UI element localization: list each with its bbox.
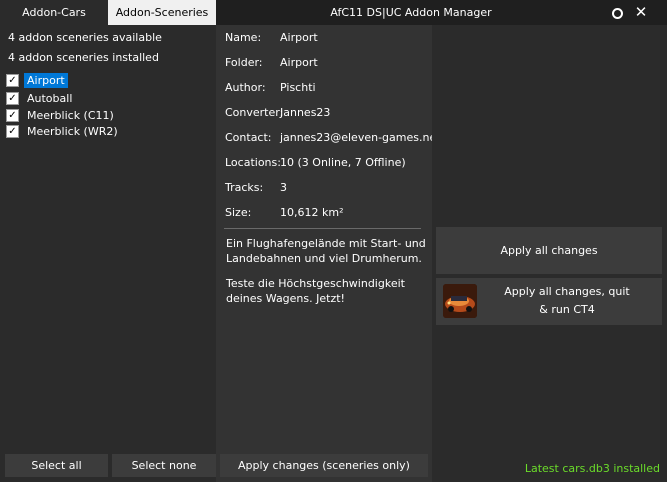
circle-icon[interactable] [612,8,623,19]
divider [224,228,421,229]
select-all-button[interactable]: Select all [5,454,108,477]
game-icon [443,284,477,318]
tab-addon-sceneries[interactable]: Addon-Sceneries [108,0,216,25]
contact-value: jannes23@eleven-games.net [280,131,441,144]
list-item[interactable]: ✓ Airport [6,72,68,88]
size-label: Size: [225,206,252,219]
folder-value: Airport [280,56,318,69]
converter-label: Converter: [225,106,284,119]
folder-label: Folder: [225,56,263,69]
apply-quit-run-line2: & run CT4 [539,303,595,316]
list-item-label: Meerblick (WR2) [27,124,118,138]
author-value: Pischti [280,81,316,94]
check-icon[interactable]: ✓ [6,108,19,122]
check-icon[interactable]: ✓ [6,91,19,105]
list-item[interactable]: ✓ Meerblick (C11) [6,107,117,123]
description-text: Ein Flughafengelände mit Start- und Land… [226,237,426,265]
close-icon[interactable]: ✕ [630,0,652,25]
tagline-text: Teste die Höchstgeschwindigkeit deines W… [226,277,405,305]
apply-all-button[interactable]: Apply all changes [436,227,662,274]
list-item[interactable]: ✓ Autoball [6,90,75,106]
locations-value: 10 (3 Online, 7 Offline) [280,156,406,169]
size-value: 10,612 km² [280,206,344,219]
author-label: Author: [225,81,266,94]
select-none-button[interactable]: Select none [112,454,216,477]
converter-value: Jannes23 [280,106,331,119]
status-text: Latest cars.db3 installed [524,462,660,475]
name-value: Airport [280,31,318,44]
tracks-value: 3 [280,181,287,194]
name-label: Name: [225,31,262,44]
list-item-label: Autoball [27,91,73,105]
apply-quit-run-label: Apply all changes, quit & run CT4 [487,283,647,319]
list-item-label: Meerblick (C11) [27,108,114,122]
window-title: AfC11 DS|UC Addon Manager [330,6,492,19]
list-item[interactable]: ✓ Meerblick (WR2) [6,123,121,139]
installed-count: 4 addon sceneries installed [8,51,159,64]
list-item-label: Airport [24,72,68,88]
locations-label: Locations: [225,156,281,169]
check-icon[interactable]: ✓ [6,124,19,138]
check-icon[interactable]: ✓ [6,73,19,87]
tracks-label: Tracks: [225,181,264,194]
available-count: 4 addon sceneries available [8,31,162,44]
apply-sceneries-button[interactable]: Apply changes (sceneries only) [220,454,428,477]
tab-addon-cars[interactable]: Addon-Cars [0,0,108,25]
contact-label: Contact: [225,131,272,144]
apply-quit-run-line1: Apply all changes, quit [504,285,630,298]
